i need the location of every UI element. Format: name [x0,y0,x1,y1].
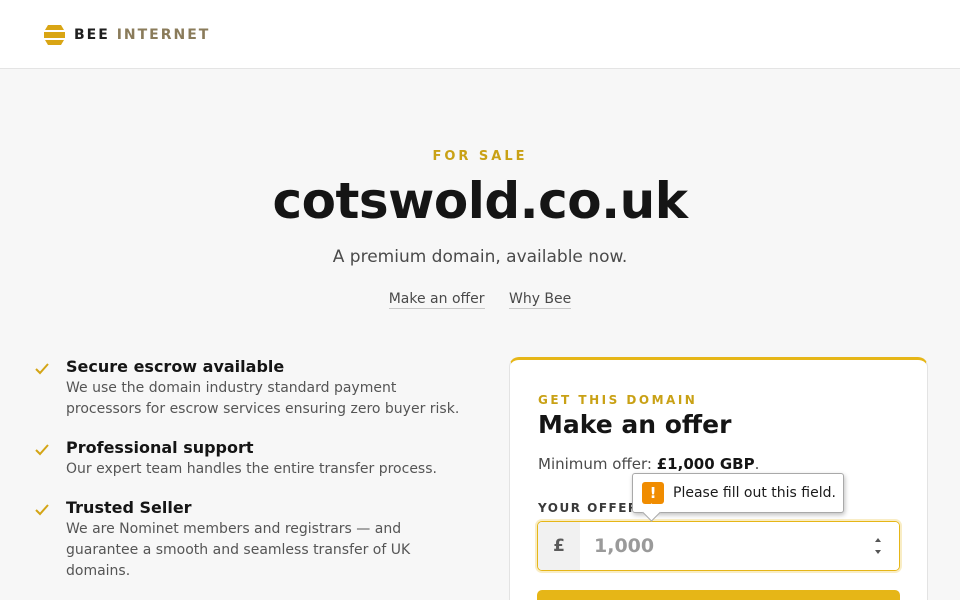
check-icon [35,504,49,516]
minimum-offer-text: Minimum offer: £1,000 GBP. [538,455,759,473]
minimum-offer-label: Minimum offer: [538,455,657,473]
make-offer-link[interactable]: Make an offer [388,291,485,309]
feature-list: Secure escrow available We use the domai… [34,356,464,599]
feature-description: We are Nominet members and registrars — … [66,521,411,579]
submit-offer-button[interactable] [537,590,900,600]
validation-tooltip: ! Please fill out this field. [632,473,844,513]
bee-logo-icon [44,25,65,45]
offer-field-label: YOUR OFFER [538,501,639,515]
logo-light-text: INTERNET [116,27,211,43]
for-sale-eyebrow: FOR SALE [432,149,528,164]
feature-description: We use the domain industry standard paym… [66,380,460,417]
warning-icon: ! [642,482,664,504]
logo-bold-text: BEE [74,27,110,43]
feature-item-escrow: Secure escrow available We use the domai… [34,356,464,420]
currency-prefix: £ [538,522,580,570]
validation-message: Please fill out this field. [673,485,836,501]
feature-title: Professional support [66,438,254,457]
card-title: Make an offer [538,410,732,439]
feature-item-support: Professional support Our expert team han… [34,437,464,480]
feature-item-trusted-seller: Trusted Seller We are Nominet members an… [34,497,464,582]
check-icon [35,363,49,375]
hero-subtitle: A premium domain, available now. [332,247,628,267]
minimum-offer-suffix: . [754,455,760,473]
hero-links: Make an offer Why Bee [0,291,960,309]
feature-description: Our expert team handles the entire trans… [66,461,437,477]
offer-amount-input[interactable] [580,522,899,570]
domain-title: cotswold.co.uk [272,172,688,230]
offer-input-group: £ [537,521,900,571]
bee-internet-logo[interactable]: BEE INTERNET [43,24,210,46]
spinner-arrows-icon[interactable] [873,534,883,558]
why-bee-link[interactable]: Why Bee [508,291,572,309]
site-header: BEE INTERNET [0,0,960,69]
feature-title: Trusted Seller [66,498,192,517]
minimum-offer-value: £1,000 GBP [656,455,755,473]
card-eyebrow: GET THIS DOMAIN [538,393,698,407]
logo-text: BEE INTERNET [74,27,210,43]
check-icon [35,444,49,456]
feature-title: Secure escrow available [66,357,285,376]
